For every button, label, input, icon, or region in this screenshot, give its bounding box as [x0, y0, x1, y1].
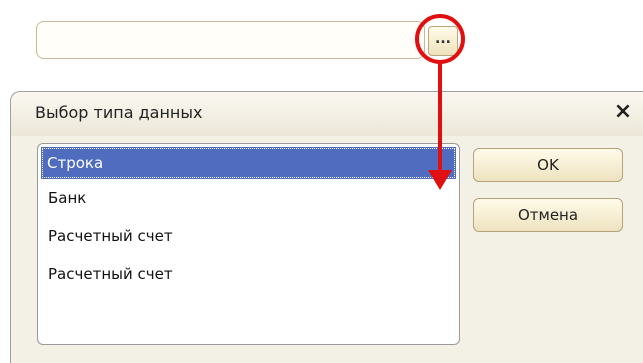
- pointer-arrow: [428, 64, 452, 190]
- arrow-head: [428, 170, 452, 190]
